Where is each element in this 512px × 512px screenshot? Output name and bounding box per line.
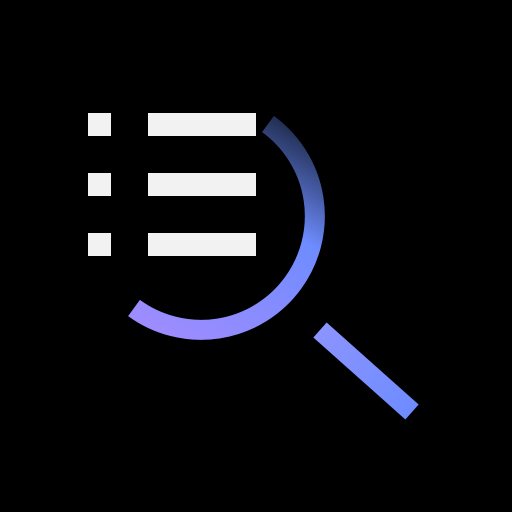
magnifier-handle bbox=[313, 322, 419, 420]
list-bullet-3 bbox=[88, 233, 111, 256]
magnifier-ring bbox=[128, 115, 325, 340]
list-line-2 bbox=[148, 173, 256, 196]
list-bullet-2 bbox=[88, 173, 111, 196]
list-bullet-1 bbox=[88, 113, 111, 136]
list-line-1 bbox=[148, 113, 256, 136]
list-search-icon bbox=[88, 113, 419, 420]
app-icon-canvas bbox=[0, 0, 512, 512]
list-line-3 bbox=[148, 233, 256, 256]
